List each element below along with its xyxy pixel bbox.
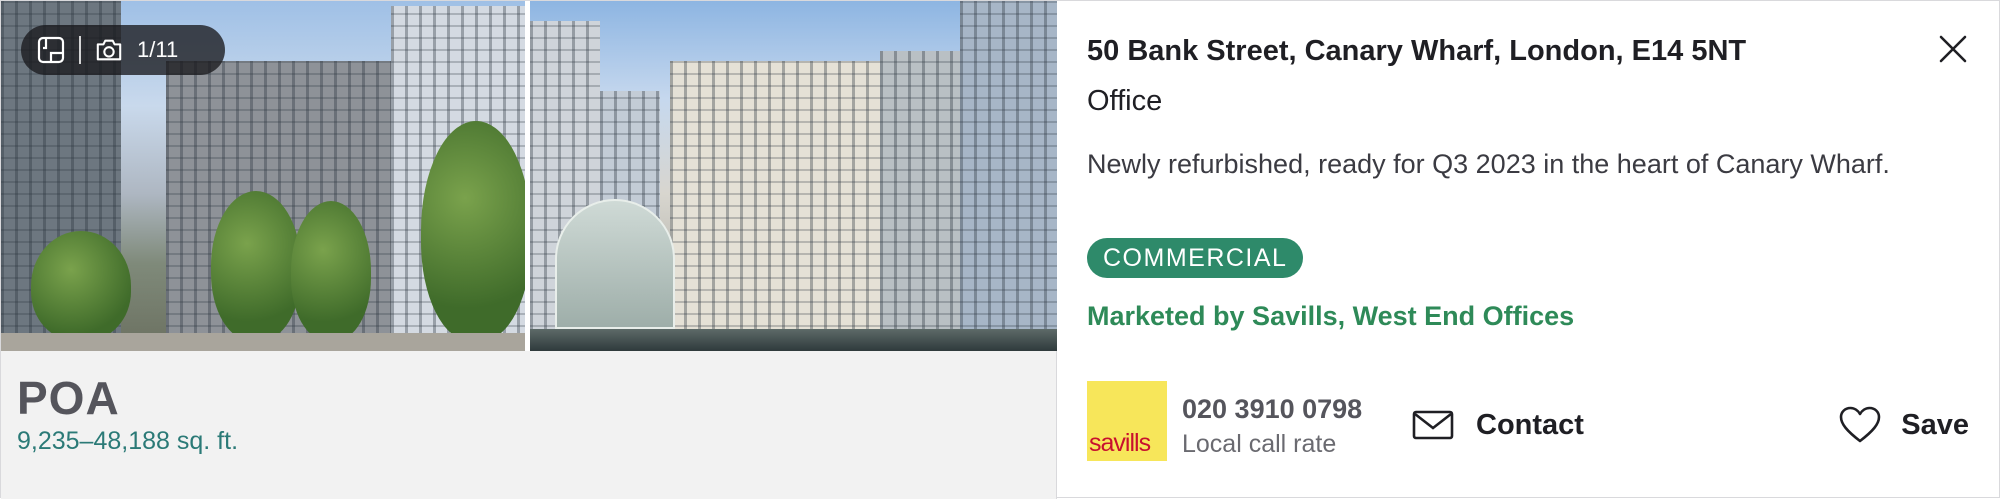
agent-logo[interactable]: savills [1087, 381, 1167, 461]
floorplan-icon[interactable] [37, 36, 65, 64]
save-label: Save [1901, 408, 1969, 441]
building-shape [880, 51, 960, 351]
pavement-shape [1, 333, 525, 351]
photo-count: 1/11 [137, 37, 179, 62]
water-shape [530, 329, 1057, 351]
heart-icon [1839, 406, 1881, 443]
property-card[interactable]: 1/11 POA 9,235–48,188 sq. ft. 50 Bank St… [0, 0, 2000, 499]
property-photo-waterfront[interactable] [530, 1, 1057, 351]
photo-counter[interactable]: 1/11 [21, 25, 225, 75]
building-shape [670, 61, 880, 351]
agent-logo-text: savills [1089, 429, 1151, 457]
property-type: Office [1087, 85, 1163, 117]
tree-shape [31, 231, 131, 341]
property-summary: Newly refurbished, ready for Q3 2023 in … [1087, 149, 1890, 179]
agent-phone[interactable]: 020 3910 0798 [1182, 394, 1362, 425]
price-block: POA 9,235–48,188 sq. ft. [17, 371, 238, 456]
marketed-by-link[interactable]: Marketed by Savills, West End Offices [1087, 301, 1574, 332]
close-icon [1939, 35, 1967, 63]
call-rate-note: Local call rate [1182, 430, 1337, 458]
counter-divider [79, 36, 81, 64]
tree-shape [421, 121, 525, 341]
contact-label: Contact [1476, 408, 1584, 441]
property-address[interactable]: 50 Bank Street, Canary Wharf, London, E1… [1087, 35, 1746, 68]
details-panel: 50 Bank Street, Canary Wharf, London, E1… [1058, 1, 2000, 499]
mail-icon [1412, 410, 1454, 440]
save-button[interactable]: Save [1839, 401, 1969, 449]
price: POA [17, 372, 120, 424]
close-button[interactable] [1935, 31, 1971, 67]
contact-button[interactable]: Contact [1412, 401, 1584, 449]
floor-area: 9,235–48,188 sq. ft. [17, 427, 239, 455]
tree-shape [291, 201, 371, 341]
media-panel: 1/11 POA 9,235–48,188 sq. ft. [1, 1, 1057, 499]
building-shape [960, 1, 1057, 351]
tree-shape [211, 191, 301, 341]
photo-gallery[interactable]: 1/11 [1, 1, 1057, 351]
camera-icon[interactable] [95, 36, 123, 64]
glass-dome-shape [555, 199, 675, 329]
listing-type-badge: COMMERCIAL [1087, 238, 1304, 278]
